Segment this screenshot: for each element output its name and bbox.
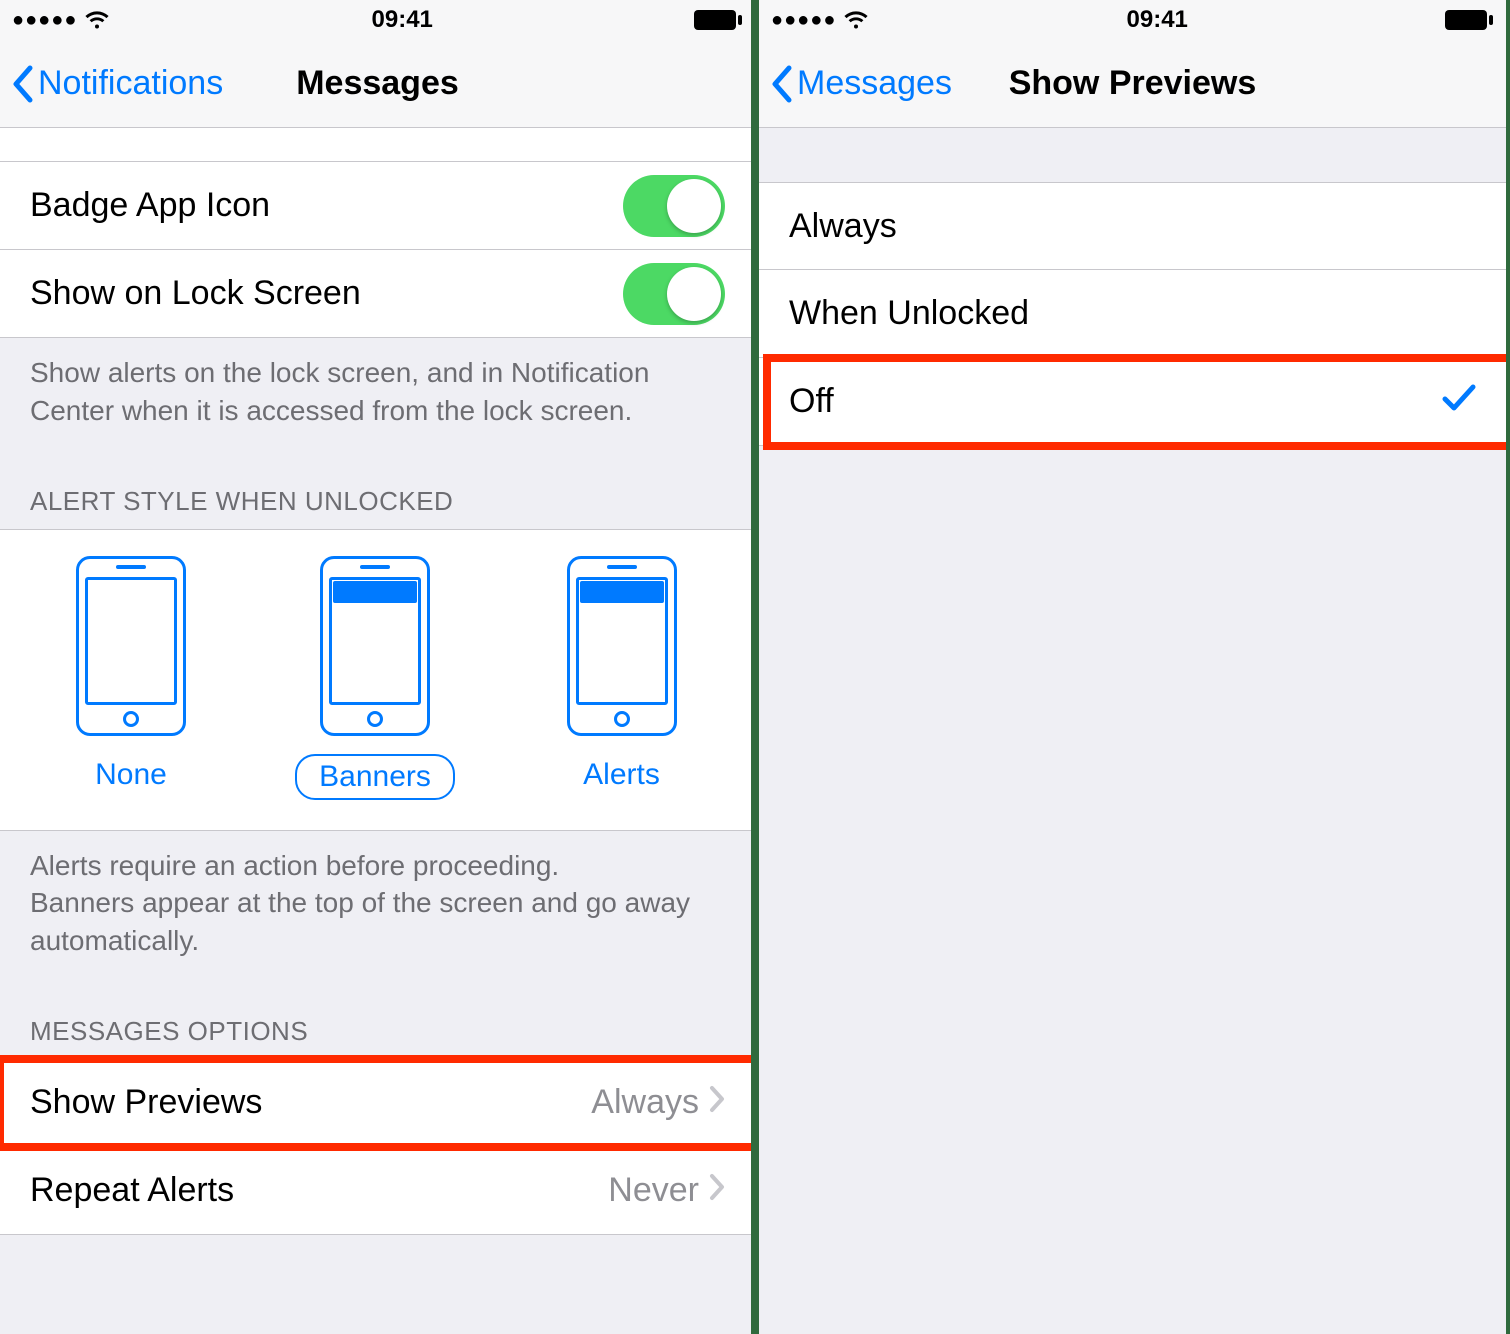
alert-style-banners[interactable]: Banners (295, 556, 455, 800)
status-bar: ●●●●● 09:41 (0, 0, 755, 40)
signal-dots-icon: ●●●●● (771, 9, 836, 32)
chevron-left-icon (769, 64, 793, 104)
row-label: Show on Lock Screen (30, 274, 623, 313)
battery-icon (693, 9, 743, 31)
left-screen: ●●●●● 09:41 Notifications Messages Sound… (0, 0, 755, 1334)
nav-bar: Notifications Messages (0, 40, 755, 128)
battery-icon (1444, 9, 1494, 31)
back-button[interactable]: Notifications (0, 64, 223, 104)
nav-bar: Messages Show Previews (759, 40, 1506, 128)
back-label: Notifications (38, 64, 223, 103)
row-label: Badge App Icon (30, 186, 623, 225)
alert-style-label: Banners (295, 754, 455, 800)
back-button[interactable]: Messages (759, 64, 952, 104)
row-label: Show Previews (30, 1083, 591, 1122)
status-time: 09:41 (372, 6, 433, 34)
option-off[interactable]: Off (759, 358, 1506, 446)
phone-outline-icon (320, 556, 430, 736)
row-show-previews[interactable]: Show Previews Always (0, 1059, 755, 1147)
row-value: Always (591, 1083, 699, 1122)
status-bar: ●●●●● 09:41 (759, 0, 1506, 40)
section-header-messages-options: MESSAGES OPTIONS (0, 988, 755, 1059)
alert-style-label: Alerts (561, 754, 682, 796)
lockscreen-footer-text: Show alerts on the lock screen, and in N… (0, 338, 755, 458)
row-value: Never (608, 1171, 699, 1210)
row-sounds[interactable]: Sounds Note (0, 128, 755, 162)
wifi-icon (83, 10, 111, 30)
option-when-unlocked[interactable]: When Unlocked (759, 270, 1506, 358)
option-label: Always (789, 207, 1476, 246)
option-label: Off (789, 382, 1442, 421)
status-time: 09:41 (1127, 6, 1188, 34)
alert-style-none[interactable]: None (73, 556, 189, 800)
phone-outline-icon (567, 556, 677, 736)
section-header-alert-style: ALERT STYLE WHEN UNLOCKED (0, 458, 755, 529)
alert-style-footer-text: Alerts require an action before proceedi… (0, 831, 755, 988)
alert-style-alerts[interactable]: Alerts (561, 556, 682, 800)
alert-style-picker: None Banners Alerts (0, 529, 755, 831)
wifi-icon (842, 10, 870, 30)
chevron-right-icon (709, 1083, 725, 1122)
right-screen: ●●●●● 09:41 Messages Show Previews Alway… (751, 0, 1506, 1334)
alert-style-label: None (73, 754, 189, 796)
row-show-on-lock-screen[interactable]: Show on Lock Screen (0, 250, 755, 338)
chevron-right-icon (709, 1171, 725, 1210)
row-label: Repeat Alerts (30, 1171, 608, 1210)
row-repeat-alerts[interactable]: Repeat Alerts Never (0, 1147, 755, 1235)
row-badge-app-icon[interactable]: Badge App Icon (0, 162, 755, 250)
signal-dots-icon: ●●●●● (12, 9, 77, 32)
phone-outline-icon (76, 556, 186, 736)
back-label: Messages (797, 64, 952, 103)
option-label: When Unlocked (789, 294, 1476, 333)
option-always[interactable]: Always (759, 182, 1506, 270)
checkmark-icon (1442, 382, 1476, 421)
toggle-badge[interactable] (623, 175, 725, 237)
chevron-left-icon (10, 64, 34, 104)
toggle-lockscreen[interactable] (623, 263, 725, 325)
